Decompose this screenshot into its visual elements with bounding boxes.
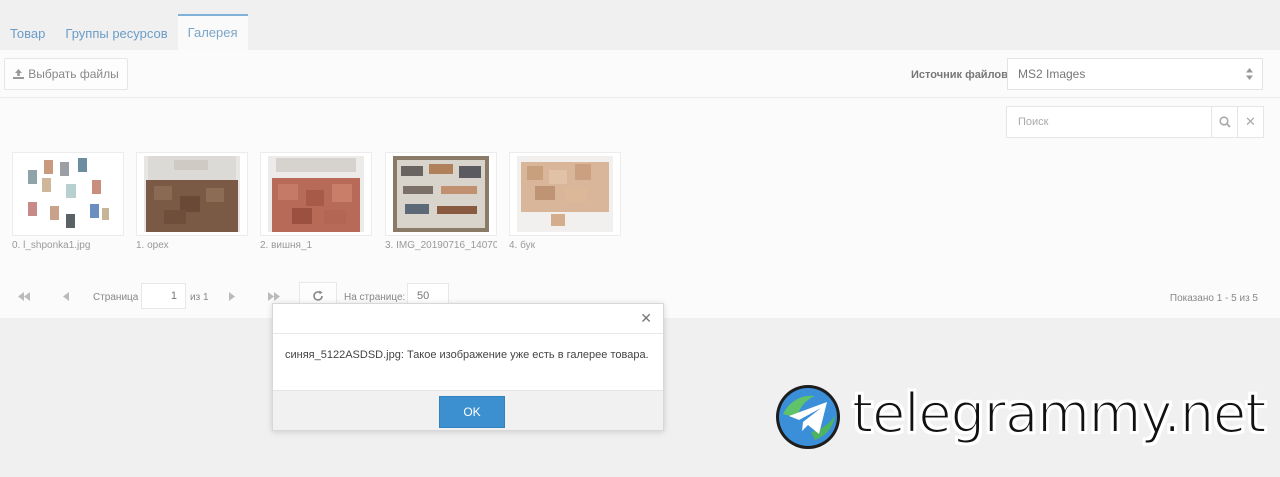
gallery-panel: Выбрать файлы Источник файлов: MS2 Image… <box>0 50 1280 318</box>
gallery-item-caption: 3. IMG_20190716_140703 <box>385 240 497 251</box>
watermark-text: telegrammy.net <box>851 381 1267 446</box>
dialog-footer: OK <box>273 390 663 430</box>
thumbnail-image <box>20 156 116 232</box>
gallery-item[interactable]: 3. IMG_20190716_140703 <box>385 152 497 251</box>
shown-count-label: Показано 1 - 5 из 5 <box>1169 293 1258 304</box>
gallery-item-caption: 2. вишня_1 <box>260 240 313 251</box>
search-icon <box>1218 116 1231 128</box>
select-files-button[interactable]: Выбрать файлы <box>4 58 128 90</box>
select-files-label: Выбрать файлы <box>28 67 119 81</box>
thumbnail-image <box>144 156 240 232</box>
page-label: Страница <box>93 292 139 303</box>
thumbnail-image <box>393 156 489 232</box>
page-number-input[interactable]: 1 <box>141 283 186 309</box>
chevron-right-icon <box>229 291 235 301</box>
gallery-item[interactable]: 4. бук <box>509 152 621 251</box>
prev-page-button[interactable] <box>52 280 80 312</box>
search-input[interactable] <box>1007 107 1210 137</box>
search-button[interactable] <box>1211 107 1237 137</box>
clear-search-button[interactable]: ✕ <box>1237 107 1263 137</box>
first-page-button[interactable] <box>10 280 38 312</box>
dialog-message: синяя_5122ASDSD.jpg: Такое изображение у… <box>285 349 649 361</box>
first-page-icon <box>18 291 30 301</box>
gallery-item[interactable]: 1. орех <box>136 152 248 251</box>
thumbnail-image <box>268 156 364 232</box>
tab-product[interactable]: Товар <box>0 16 55 50</box>
tab-bar: Товар Группы ресурсов Галерея <box>0 14 248 50</box>
tab-resource-groups[interactable]: Группы ресурсов <box>55 16 177 50</box>
per-page-label: На странице: <box>344 292 406 303</box>
gallery-item-caption: 1. орех <box>136 240 169 251</box>
search-box: ✕ <box>1006 106 1264 138</box>
dialog-close-button[interactable]: ✕ <box>640 310 652 327</box>
gallery-item[interactable]: 0. l_shponka1.jpg <box>12 152 124 251</box>
gallery-toolbar: Выбрать файлы Источник файлов: MS2 Image… <box>0 50 1280 98</box>
next-page-button[interactable] <box>218 280 246 312</box>
last-page-icon <box>268 291 280 301</box>
gallery-item[interactable]: 2. вишня_1 <box>260 152 372 251</box>
gallery-thumbnail <box>509 152 621 236</box>
file-source-select[interactable]: MS2 Images <box>1007 58 1263 90</box>
gallery-thumbnail <box>136 152 248 236</box>
page-count-label: из 1 <box>190 292 209 303</box>
gallery-item-caption: 0. l_shponka1.jpg <box>12 240 91 251</box>
dialog-header: ✕ <box>273 304 663 334</box>
close-icon: ✕ <box>1245 114 1256 129</box>
gallery-thumbnail <box>260 152 372 236</box>
file-source-label: Источник файлов: <box>911 69 1012 81</box>
alert-dialog: ✕ синяя_5122ASDSD.jpg: Такое изображение… <box>272 303 664 431</box>
telegram-logo-icon <box>776 385 840 449</box>
ok-button[interactable]: OK <box>439 396 505 428</box>
gallery-thumbnail <box>12 152 124 236</box>
tab-gallery[interactable]: Галерея <box>177 14 248 50</box>
upload-icon <box>13 69 25 79</box>
select-arrows-icon <box>1246 68 1253 80</box>
gallery-item-caption: 4. бук <box>509 240 536 251</box>
refresh-icon <box>313 290 323 301</box>
chevron-left-icon <box>63 291 69 301</box>
gallery-thumbnail <box>385 152 497 236</box>
thumbnail-image <box>517 156 613 232</box>
file-source-value: MS2 Images <box>1018 67 1086 81</box>
